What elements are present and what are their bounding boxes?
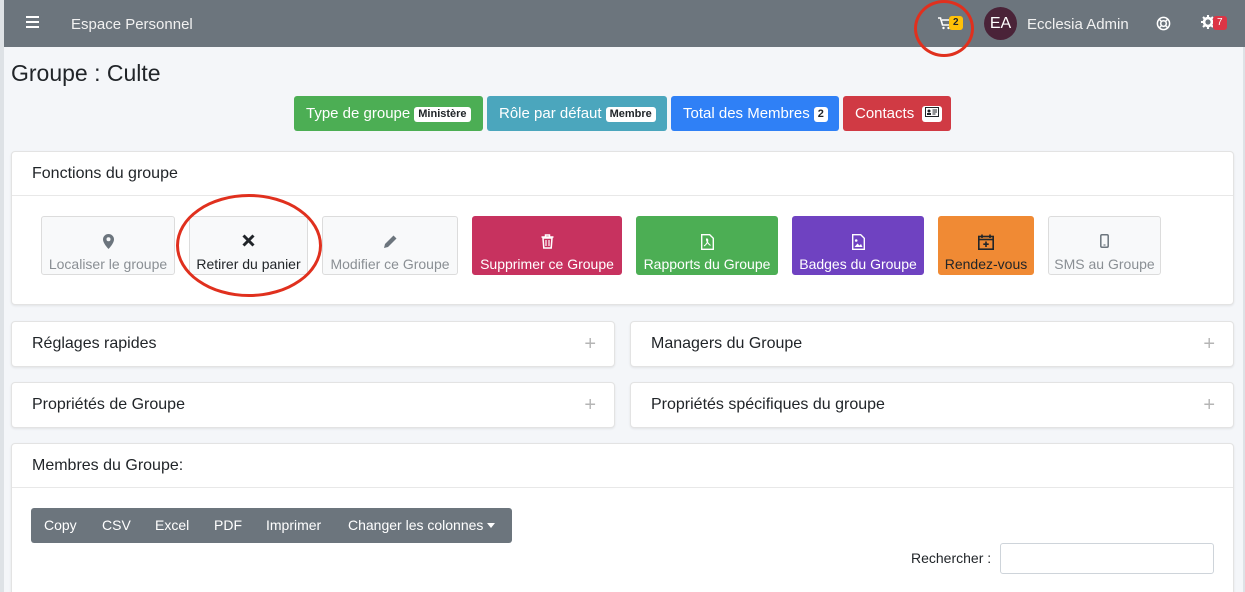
default-role-button[interactable]: Rôle par défaut Membre	[487, 96, 667, 131]
user-name[interactable]: Ecclesia Admin	[1027, 16, 1129, 33]
expand-plus-icon[interactable]: +	[584, 322, 596, 366]
avatar[interactable]: EA	[984, 7, 1017, 40]
locate-group-label: Localiser le groupe	[48, 256, 168, 272]
menu-icon[interactable]	[26, 16, 39, 30]
expand-plus-icon[interactable]: +	[1203, 383, 1215, 427]
columns-dropdown-button[interactable]: Changer les colonnes	[348, 508, 496, 543]
search-label: Rechercher :	[911, 550, 992, 566]
quick-settings-title: Réglages rapides	[32, 335, 157, 352]
search-input[interactable]	[1000, 543, 1214, 574]
default-role-badge: Membre	[605, 107, 656, 122]
functions-card-title: Fonctions du groupe	[12, 152, 1233, 196]
sms-group-button[interactable]: SMS au Groupe	[1048, 216, 1161, 275]
managers-panel[interactable]: Managers du Groupe +	[630, 321, 1234, 367]
managers-title: Managers du Groupe	[651, 335, 803, 352]
csv-button[interactable]: CSV	[102, 508, 131, 543]
pdf-file-icon	[637, 234, 777, 250]
sms-group-label: SMS au Groupe	[1054, 256, 1155, 272]
cart-button[interactable]: 2	[936, 15, 966, 33]
edit-group-button[interactable]: Modifier ce Groupe	[322, 216, 458, 275]
group-properties-panel[interactable]: Propriétés de Groupe +	[11, 382, 615, 428]
remove-x-icon	[190, 234, 307, 250]
appointments-button[interactable]: Rendez-vous	[938, 216, 1034, 275]
brand-link[interactable]: Espace Personnel	[71, 16, 193, 33]
group-type-label: Type de groupe	[306, 105, 411, 122]
expand-plus-icon[interactable]: +	[584, 383, 596, 427]
top-navbar: Espace Personnel 2 EA Ecclesia Admin 7	[0, 0, 1245, 47]
print-button[interactable]: Imprimer	[266, 508, 321, 543]
settings-count-badge: 7	[1213, 16, 1227, 30]
group-type-badge: Ministère	[414, 107, 471, 122]
remove-from-cart-button[interactable]: Retirer du panier	[189, 216, 308, 275]
delete-group-label: Supprimer ce Groupe	[480, 256, 614, 272]
group-properties-title: Propriétés de Groupe	[32, 396, 185, 413]
export-toolbar: Copy CSV Excel PDF Imprimer Changer les …	[31, 508, 512, 543]
group-badges-label: Badges du Groupe	[799, 256, 917, 272]
total-members-badge: 2	[813, 107, 828, 122]
group-reports-label: Rapports du Groupe	[643, 256, 771, 272]
specific-properties-title: Propriétés spécifiques du groupe	[651, 396, 885, 413]
map-marker-icon	[42, 234, 174, 250]
contacts-label: Contacts	[855, 105, 915, 122]
image-file-icon	[793, 234, 923, 250]
calendar-plus-icon	[939, 234, 1033, 250]
group-reports-button[interactable]: Rapports du Groupe	[636, 216, 778, 275]
edit-group-label: Modifier ce Groupe	[330, 256, 450, 272]
trash-icon	[473, 234, 621, 250]
total-members-label: Total des Membres	[683, 105, 810, 122]
mobile-icon	[1049, 234, 1160, 250]
remove-from-cart-label: Retirer du panier	[196, 256, 301, 272]
copy-button[interactable]: Copy	[44, 508, 77, 543]
pencil-icon	[323, 234, 457, 250]
expand-plus-icon[interactable]: +	[1203, 322, 1215, 366]
locate-group-button[interactable]: Localiser le groupe	[41, 216, 175, 275]
page-title: Groupe : Culte	[11, 60, 161, 86]
cart-count-badge: 2	[949, 16, 963, 30]
appointments-label: Rendez-vous	[944, 256, 1028, 272]
members-card-title: Membres du Groupe:	[12, 444, 1233, 488]
default-role-label: Rôle par défaut	[499, 105, 602, 122]
total-members-button[interactable]: Total des Membres 2	[671, 96, 839, 131]
group-type-button[interactable]: Type de groupe Ministère	[294, 96, 483, 131]
group-badges-button[interactable]: Badges du Groupe	[792, 216, 924, 275]
columns-dropdown-label: Changer les colonnes	[348, 517, 484, 533]
excel-button[interactable]: Excel	[155, 508, 189, 543]
pdf-button[interactable]: PDF	[214, 508, 242, 543]
help-icon[interactable]	[1156, 16, 1171, 36]
specific-properties-panel[interactable]: Propriétés spécifiques du groupe +	[630, 382, 1234, 428]
delete-group-button[interactable]: Supprimer ce Groupe	[472, 216, 622, 275]
contact-card-icon	[922, 106, 943, 122]
caret-down-icon	[487, 523, 496, 528]
quick-settings-panel[interactable]: Réglages rapides +	[11, 321, 615, 367]
contacts-button[interactable]: Contacts	[843, 96, 951, 131]
left-border	[0, 0, 4, 592]
